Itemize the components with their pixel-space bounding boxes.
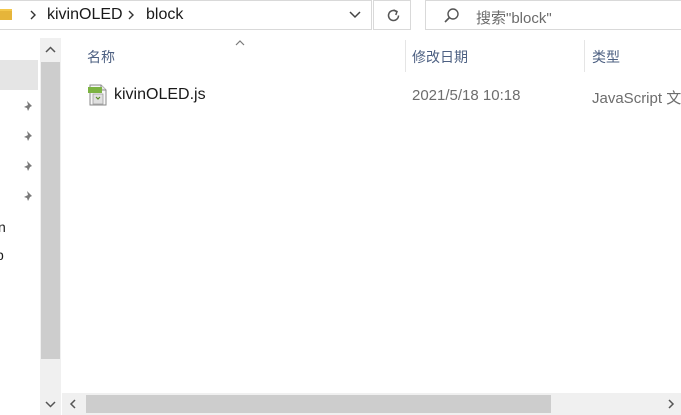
search-box[interactable]: [425, 0, 681, 30]
chevron-right-icon[interactable]: [126, 7, 136, 23]
file-modified-date: 2021/5/18 10:18: [412, 87, 521, 104]
chevron-right-icon[interactable]: [28, 7, 38, 23]
scroll-left-icon[interactable]: [66, 397, 80, 411]
search-placeholder[interactable]: 搜索"block": [476, 7, 552, 28]
column-header-name[interactable]: 名称: [87, 47, 115, 67]
column-divider[interactable]: [405, 40, 406, 72]
pin-icon: [24, 131, 32, 141]
file-type: JavaScript 文: [592, 90, 681, 107]
navigation-pane: [0, 33, 40, 415]
pin-icon: [24, 191, 32, 201]
column-header-type[interactable]: 类型: [592, 47, 620, 67]
breadcrumb-item[interactable]: kivinOLED: [47, 6, 123, 24]
nav-item-selected[interactable]: [0, 60, 38, 90]
column-header-date[interactable]: 修改日期: [412, 47, 468, 67]
scroll-up-icon[interactable]: [41, 43, 60, 57]
refresh-icon: [387, 9, 400, 22]
scroll-right-icon[interactable]: [664, 397, 678, 411]
search-icon: [444, 8, 459, 23]
breadcrumb-item[interactable]: block: [146, 6, 183, 24]
nav-scrollbar-thumb[interactable]: [41, 62, 60, 359]
horizontal-scrollbar-thumb[interactable]: [86, 395, 551, 413]
file-name[interactable]: kivinOLED.js: [114, 86, 206, 104]
javascript-file-icon: [88, 84, 107, 106]
pin-icon: [24, 101, 32, 111]
sort-ascending-icon: [235, 40, 245, 46]
folder-icon: [0, 9, 12, 20]
nav-item-label[interactable]: n: [0, 219, 6, 235]
chevron-down-icon[interactable]: [344, 7, 366, 23]
nav-item-label[interactable]: p: [0, 247, 4, 263]
refresh-button[interactable]: [373, 0, 411, 30]
scroll-down-icon[interactable]: [41, 397, 60, 411]
pin-icon: [24, 161, 32, 171]
column-divider[interactable]: [584, 40, 585, 72]
